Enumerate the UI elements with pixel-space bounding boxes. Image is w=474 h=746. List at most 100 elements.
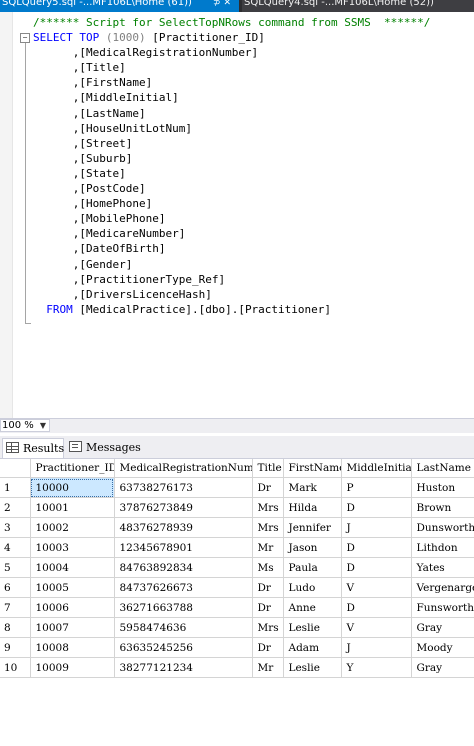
- grid-cell[interactable]: Brown: [411, 497, 474, 518]
- grid-cell[interactable]: Anne: [283, 597, 342, 618]
- row-number[interactable]: 4: [0, 537, 31, 558]
- grid-cell[interactable]: 10001: [30, 497, 115, 518]
- grid-cell[interactable]: 10000: [30, 477, 115, 498]
- column-header[interactable]: Title: [252, 459, 284, 478]
- column-header[interactable]: Practitioner_ID: [30, 459, 115, 478]
- grid-cell[interactable]: Gray: [411, 657, 474, 678]
- table-row[interactable]: 1 10000 63738276173 Dr Mark P Huston: [0, 477, 474, 498]
- row-number[interactable]: 3: [0, 517, 31, 538]
- results-grid[interactable]: Practitioner_ID MedicalRegistrationNumbe…: [0, 459, 474, 678]
- grid-cell[interactable]: 10004: [30, 557, 115, 578]
- chevron-down-icon[interactable]: ▼: [40, 420, 46, 432]
- grid-cell[interactable]: Dr: [252, 577, 284, 598]
- grid-cell[interactable]: 5958474636: [114, 617, 253, 638]
- grid-cell[interactable]: 12345678901: [114, 537, 253, 558]
- column-header[interactable]: LastName: [411, 459, 474, 478]
- grid-cell[interactable]: P: [341, 477, 412, 498]
- column-header[interactable]: MiddleInitial: [341, 459, 412, 478]
- tab-messages[interactable]: Messages: [66, 438, 141, 457]
- grid-cell[interactable]: 63738276173: [114, 477, 253, 498]
- grid-cell[interactable]: Mr: [252, 537, 284, 558]
- grid-cell[interactable]: Ms: [252, 557, 284, 578]
- sql-code[interactable]: /****** Script for SelectTopNRows comman…: [33, 15, 430, 317]
- grid-cell[interactable]: Dr: [252, 637, 284, 658]
- grid-cell[interactable]: D: [341, 557, 412, 578]
- grid-cell[interactable]: Yates: [411, 557, 474, 578]
- grid-cell[interactable]: Hilda: [283, 497, 342, 518]
- grid-cell[interactable]: V: [341, 577, 412, 598]
- row-number[interactable]: 6: [0, 577, 31, 598]
- grid-cell[interactable]: 10003: [30, 537, 115, 558]
- tab-sqlquery4[interactable]: SQLQuery4.sql -...MF106L\Home (52)): [242, 0, 474, 12]
- grid-cell[interactable]: 10002: [30, 517, 115, 538]
- table-row[interactable]: 10 10009 38277121234 Mr Leslie Y Gray: [0, 657, 474, 678]
- table-row[interactable]: 3 10002 48376278939 Mrs Jennifer J Dunsworth: [0, 517, 474, 538]
- zoom-dropdown[interactable]: 100 % ▼: [0, 419, 50, 432]
- grid-cell[interactable]: Leslie: [283, 657, 342, 678]
- query-editor[interactable]: − /****** Script for SelectTopNRows comm…: [0, 12, 474, 418]
- grid-cell[interactable]: Lithdon: [411, 537, 474, 558]
- tab-sqlquery5[interactable]: SQLQuery5.sql -...MF106L\Home (61)) ⊅ ✕: [0, 0, 239, 12]
- grid-cell[interactable]: Adam: [283, 637, 342, 658]
- table-row[interactable]: 5 10004 84763892834 Ms Paula D Yates: [0, 557, 474, 578]
- grid-cell[interactable]: Mrs: [252, 617, 284, 638]
- grid-cell[interactable]: Mrs: [252, 517, 284, 538]
- row-number[interactable]: 8: [0, 617, 31, 638]
- grid-cell[interactable]: 10007: [30, 617, 115, 638]
- row-number[interactable]: 10: [0, 657, 31, 678]
- grid-cell[interactable]: Vergenarger: [411, 577, 474, 598]
- grid-cell[interactable]: Dr: [252, 597, 284, 618]
- grid-cell[interactable]: Mr: [252, 657, 284, 678]
- sql-column: ,[Title]: [72, 61, 126, 75]
- grid-cell[interactable]: Funsworth: [411, 597, 474, 618]
- grid-cell[interactable]: D: [341, 497, 412, 518]
- table-row[interactable]: 7 10006 36271663788 Dr Anne D Funsworth: [0, 597, 474, 618]
- column-header[interactable]: FirstName: [283, 459, 342, 478]
- table-row[interactable]: 4 10003 12345678901 Mr Jason D Lithdon: [0, 537, 474, 558]
- grid-cell[interactable]: J: [341, 517, 412, 538]
- grid-cell[interactable]: Jason: [283, 537, 342, 558]
- grid-cell[interactable]: 38277121234: [114, 657, 253, 678]
- pin-close-icon[interactable]: ⊅ ✕: [213, 0, 231, 9]
- row-header-corner[interactable]: [0, 459, 31, 478]
- grid-cell[interactable]: 48376278939: [114, 517, 253, 538]
- grid-cell[interactable]: Jennifer: [283, 517, 342, 538]
- grid-cell[interactable]: Paula: [283, 557, 342, 578]
- grid-cell[interactable]: D: [341, 597, 412, 618]
- collapse-icon[interactable]: −: [20, 33, 30, 43]
- grid-cell[interactable]: Moody: [411, 637, 474, 658]
- row-number[interactable]: 2: [0, 497, 31, 518]
- grid-cell[interactable]: 10009: [30, 657, 115, 678]
- grid-cell[interactable]: 10006: [30, 597, 115, 618]
- grid-cell[interactable]: 36271663788: [114, 597, 253, 618]
- grid-cell[interactable]: 10008: [30, 637, 115, 658]
- row-number[interactable]: 9: [0, 637, 31, 658]
- grid-cell[interactable]: Y: [341, 657, 412, 678]
- grid-cell[interactable]: 84737626673: [114, 577, 253, 598]
- row-number[interactable]: 5: [0, 557, 31, 578]
- grid-cell[interactable]: J: [341, 637, 412, 658]
- grid-cell[interactable]: Ludo: [283, 577, 342, 598]
- row-number[interactable]: 7: [0, 597, 31, 618]
- grid-cell[interactable]: Dr: [252, 477, 284, 498]
- grid-cell[interactable]: 63635245256: [114, 637, 253, 658]
- table-row[interactable]: 61000584737626673DrLudoVVergenarger: [0, 577, 474, 598]
- grid-cell[interactable]: Dunsworth: [411, 517, 474, 538]
- grid-cell[interactable]: 84763892834: [114, 557, 253, 578]
- grid-cell[interactable]: 37876273849: [114, 497, 253, 518]
- grid-cell[interactable]: Leslie: [283, 617, 342, 638]
- grid-cell[interactable]: Huston: [411, 477, 474, 498]
- table-row[interactable]: 8 10007 5958474636 Mrs Leslie V Gray: [0, 617, 474, 638]
- table-row[interactable]: 9 10008 63635245256 Dr Adam J Moody: [0, 637, 474, 658]
- tab-results[interactable]: Results: [2, 438, 64, 458]
- grid-cell[interactable]: D: [341, 537, 412, 558]
- code-line-column: ,[DriversLicenceHash]: [33, 287, 430, 302]
- column-header[interactable]: MedicalRegistrationNumber: [114, 459, 253, 478]
- grid-cell[interactable]: V: [341, 617, 412, 638]
- grid-cell[interactable]: 10005: [30, 577, 115, 598]
- grid-cell[interactable]: Mrs: [252, 497, 284, 518]
- table-row[interactable]: 2 10001 37876273849 Mrs Hilda D Brown: [0, 497, 474, 518]
- row-number[interactable]: 1: [0, 477, 31, 498]
- grid-cell[interactable]: Gray: [411, 617, 474, 638]
- grid-cell[interactable]: Mark: [283, 477, 342, 498]
